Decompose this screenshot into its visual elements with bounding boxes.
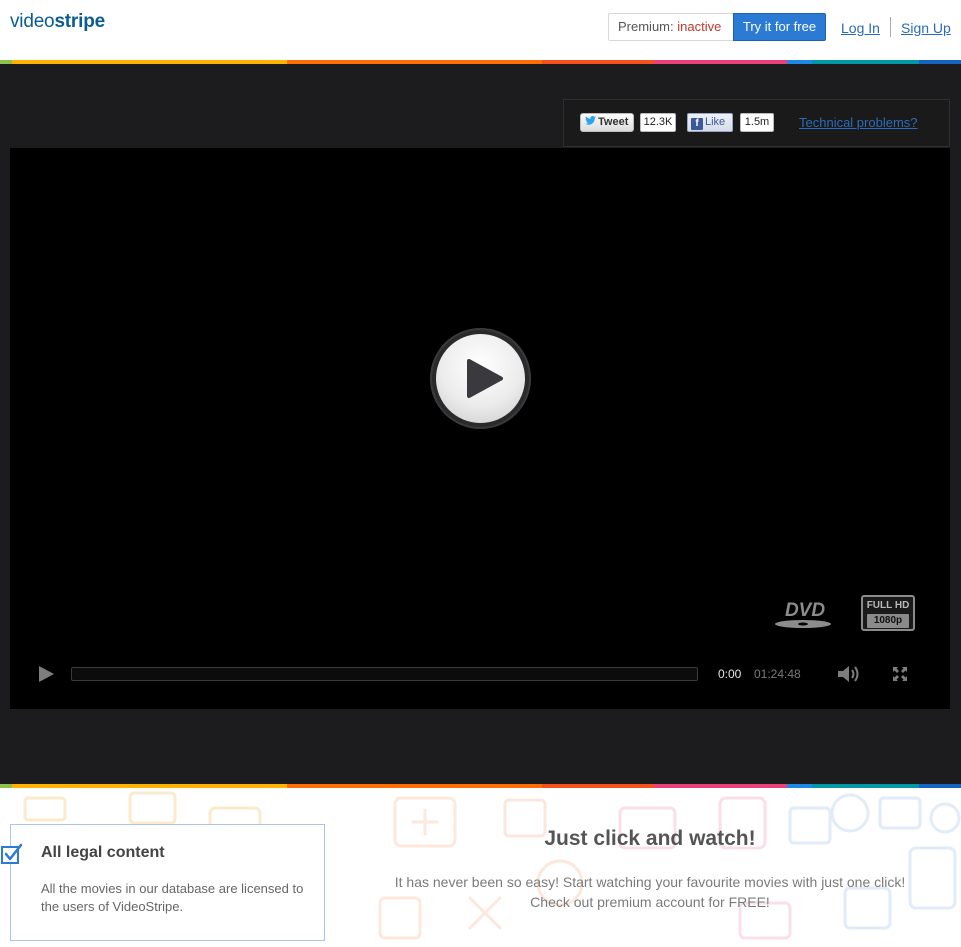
tweet-button[interactable]: Tweet bbox=[580, 113, 634, 132]
legal-description: All the movies in our database are licen… bbox=[41, 881, 304, 914]
dvd-logo-icon: DVD bbox=[775, 600, 831, 628]
site-header: videostripe Premium: inactive Try it for… bbox=[0, 0, 961, 60]
tweet-label: Tweet bbox=[598, 116, 629, 128]
dvd-logo-text: DVD bbox=[785, 600, 825, 621]
legal-content-card: All legal content All the movies in our … bbox=[1, 824, 325, 941]
try-free-button[interactable]: Try it for free bbox=[733, 13, 826, 41]
signup-link[interactable]: Sign Up bbox=[901, 20, 951, 36]
like-label: Like bbox=[705, 116, 726, 128]
tweet-count: 12.3K bbox=[640, 113, 676, 132]
big-play-icon bbox=[467, 359, 503, 398]
big-play-button[interactable] bbox=[430, 328, 531, 429]
header-divider bbox=[890, 17, 891, 37]
premium-status-box: Premium: inactive bbox=[608, 13, 734, 41]
fullscreen-icon[interactable] bbox=[892, 666, 908, 682]
watch-heading: Just click and watch! bbox=[544, 827, 756, 850]
login-link[interactable]: Log In bbox=[841, 20, 880, 36]
site-logo[interactable]: videostripe bbox=[10, 11, 105, 33]
watch-description: It has never been so easy! Start watchin… bbox=[340, 872, 960, 912]
premium-label: Premium: bbox=[618, 19, 674, 34]
facebook-icon: f bbox=[691, 118, 703, 130]
features-section: All legal content All the movies in our … bbox=[0, 788, 961, 947]
total-time: 01:24:48 bbox=[754, 667, 801, 681]
play-icon[interactable] bbox=[37, 665, 55, 683]
like-count: 1.5m bbox=[740, 113, 774, 132]
twitter-bird-icon bbox=[585, 114, 596, 131]
watch-line-2: Check out premium account for FREE! bbox=[530, 894, 770, 910]
full-hd-text: FULL HD bbox=[866, 600, 910, 611]
social-bar: Tweet 12.3K f Like 1.5m Technical problem… bbox=[563, 99, 950, 147]
logo-bold-text: stripe bbox=[54, 11, 105, 32]
checkbox-checked-icon bbox=[1, 843, 23, 864]
logo-light-text: video bbox=[10, 11, 55, 32]
volume-icon[interactable] bbox=[837, 664, 863, 684]
video-player[interactable]: DVD FULL HD 1080p 0:00 01:24:48 bbox=[10, 148, 950, 709]
full-hd-badge: FULL HD 1080p bbox=[861, 595, 915, 631]
watch-line-1: It has never been so easy! Start watchin… bbox=[394, 874, 906, 890]
resolution-text: 1080p bbox=[867, 614, 909, 628]
technical-problems-link[interactable]: Technical problems? bbox=[799, 115, 918, 130]
premium-status: inactive bbox=[677, 19, 722, 34]
legal-title: All legal content bbox=[41, 844, 165, 861]
seek-bar[interactable] bbox=[71, 667, 698, 681]
current-time: 0:00 bbox=[718, 667, 742, 681]
facebook-like-button[interactable]: f Like bbox=[687, 113, 733, 132]
